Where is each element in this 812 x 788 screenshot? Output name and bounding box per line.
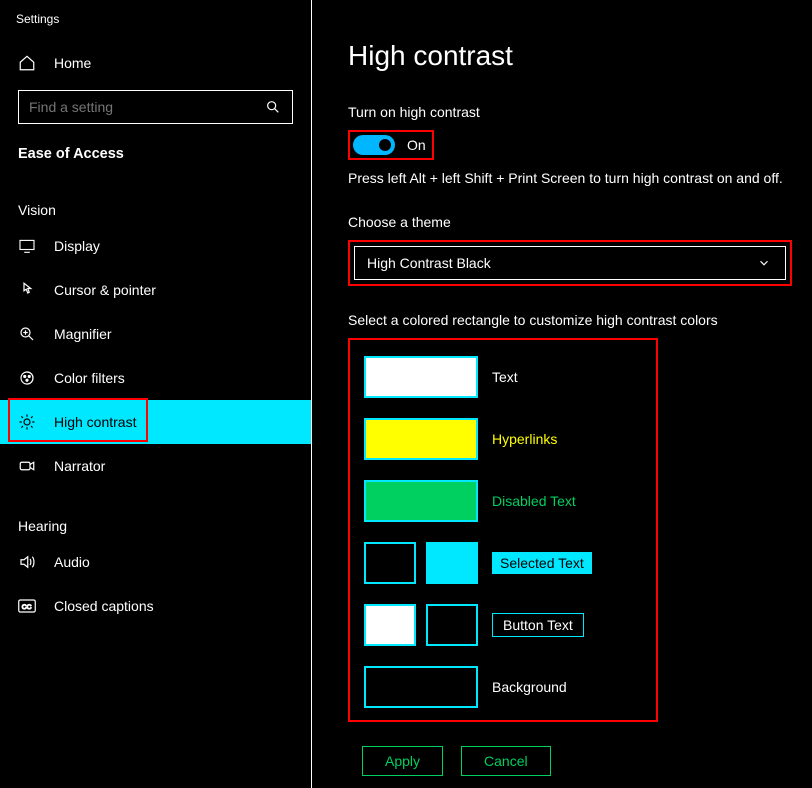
color-filters-icon — [18, 369, 36, 387]
high-contrast-toggle[interactable] — [353, 135, 395, 155]
label-selected-text: Selected Text — [492, 552, 592, 574]
swatch-button-text-bg[interactable] — [426, 604, 478, 646]
category-vision: Vision — [0, 172, 311, 224]
toggle-hint: Press left Alt + left Shift + Print Scre… — [348, 170, 792, 186]
section-title: Ease of Access — [0, 124, 311, 172]
cursor-pointer-icon — [18, 281, 36, 299]
label-button-text: Button Text — [492, 613, 584, 637]
sidebar-item-narrator[interactable]: Narrator — [0, 444, 311, 488]
swatch-background[interactable] — [364, 666, 478, 708]
sidebar-item-closed-captions[interactable]: CC Closed captions — [0, 584, 311, 628]
swatch-hyperlinks[interactable] — [364, 418, 478, 460]
toggle-label: Turn on high contrast — [348, 104, 792, 120]
search-box[interactable] — [18, 90, 293, 124]
swatch-text[interactable] — [364, 356, 478, 398]
sidebar-item-label: Cursor & pointer — [54, 282, 156, 298]
label-hyperlinks: Hyperlinks — [492, 431, 557, 447]
sidebar-item-display[interactable]: Display — [0, 224, 311, 268]
swatch-disabled-text[interactable] — [364, 480, 478, 522]
home-label: Home — [54, 55, 91, 71]
home-icon — [18, 54, 36, 72]
toggle-state: On — [407, 137, 426, 153]
window-title: Settings — [0, 12, 311, 44]
magnifier-icon — [18, 325, 36, 343]
category-hearing: Hearing — [0, 488, 311, 540]
swatch-button-text-fg[interactable] — [364, 604, 416, 646]
sidebar-item-label: Magnifier — [54, 326, 112, 342]
sidebar-item-label: Audio — [54, 554, 90, 570]
high-contrast-icon — [18, 413, 36, 431]
label-background: Background — [492, 679, 567, 695]
svg-text:CC: CC — [22, 604, 32, 611]
sidebar-item-label: Color filters — [54, 370, 125, 386]
search-icon — [264, 98, 282, 116]
customize-label: Select a colored rectangle to customize … — [348, 312, 792, 328]
sidebar-item-label: High contrast — [54, 414, 136, 430]
cancel-button[interactable]: Cancel — [461, 746, 551, 776]
audio-icon — [18, 553, 36, 571]
chevron-down-icon — [755, 254, 773, 272]
sidebar-item-label: Narrator — [54, 458, 105, 474]
swatch-selected-text-bg[interactable] — [426, 542, 478, 584]
sidebar-item-magnifier[interactable]: Magnifier — [0, 312, 311, 356]
sidebar: Settings Home Ease of Access Vision Di — [0, 0, 312, 788]
label-text: Text — [492, 369, 518, 385]
theme-label: Choose a theme — [348, 214, 792, 230]
sidebar-item-audio[interactable]: Audio — [0, 540, 311, 584]
closed-captions-icon: CC — [18, 597, 36, 615]
narrator-icon — [18, 457, 36, 475]
home-nav[interactable]: Home — [0, 44, 311, 82]
apply-button[interactable]: Apply — [362, 746, 443, 776]
page-title: High contrast — [348, 40, 792, 72]
sidebar-item-high-contrast[interactable]: High contrast — [0, 400, 311, 444]
monitor-icon — [18, 237, 36, 255]
sidebar-item-label: Closed captions — [54, 598, 154, 614]
label-disabled-text: Disabled Text — [492, 493, 576, 509]
sidebar-item-label: Display — [54, 238, 100, 254]
swatch-selected-text-fg[interactable] — [364, 542, 416, 584]
main-pane: High contrast Turn on high contrast On P… — [312, 0, 812, 788]
sidebar-item-color-filters[interactable]: Color filters — [0, 356, 311, 400]
color-customize-area: Text Hyperlinks Disabled Text Selected T… — [348, 338, 658, 722]
search-input[interactable] — [29, 99, 264, 115]
theme-value: High Contrast Black — [367, 255, 491, 271]
sidebar-item-cursor-pointer[interactable]: Cursor & pointer — [0, 268, 311, 312]
theme-dropdown[interactable]: High Contrast Black — [354, 246, 786, 280]
